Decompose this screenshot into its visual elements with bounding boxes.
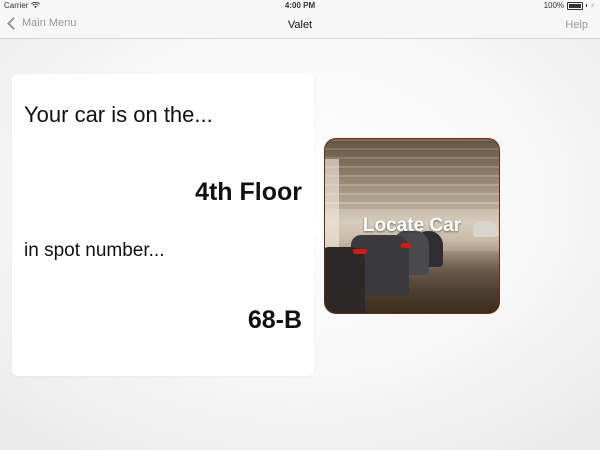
help-button[interactable]: Help <box>565 19 588 31</box>
garage-ceiling-image <box>325 139 499 209</box>
taillight-image <box>401 243 411 248</box>
battery-tip <box>586 4 588 7</box>
parked-car-image <box>325 247 365 313</box>
card-pointer <box>314 218 323 236</box>
floor-prompt: Your car is on the... <box>24 102 213 127</box>
floor-value: 4th Floor <box>195 178 302 206</box>
spot-value: 68-B <box>247 306 302 334</box>
battery-icon <box>567 1 584 10</box>
spot-prompt: in spot number... <box>24 240 165 261</box>
status-bar: Carrier 4:00 PM 100% ⚡ <box>0 0 600 12</box>
locate-car-label: Locate Car <box>362 215 462 236</box>
navigation-bar: Main Menu Valet Help <box>0 12 600 39</box>
locate-car-button[interactable]: Locate Car <box>324 138 500 314</box>
nav-title: Valet <box>287 19 313 31</box>
taillight-image <box>353 249 367 254</box>
charging-bolt-icon: ⚡ <box>590 2 595 10</box>
status-time: 4:00 PM <box>284 1 316 10</box>
status-right: 100% ⚡ <box>544 1 595 10</box>
battery-percent: 100% <box>543 1 565 10</box>
car-location-card: Your car is on the... 4th Floor in spot … <box>12 74 314 376</box>
